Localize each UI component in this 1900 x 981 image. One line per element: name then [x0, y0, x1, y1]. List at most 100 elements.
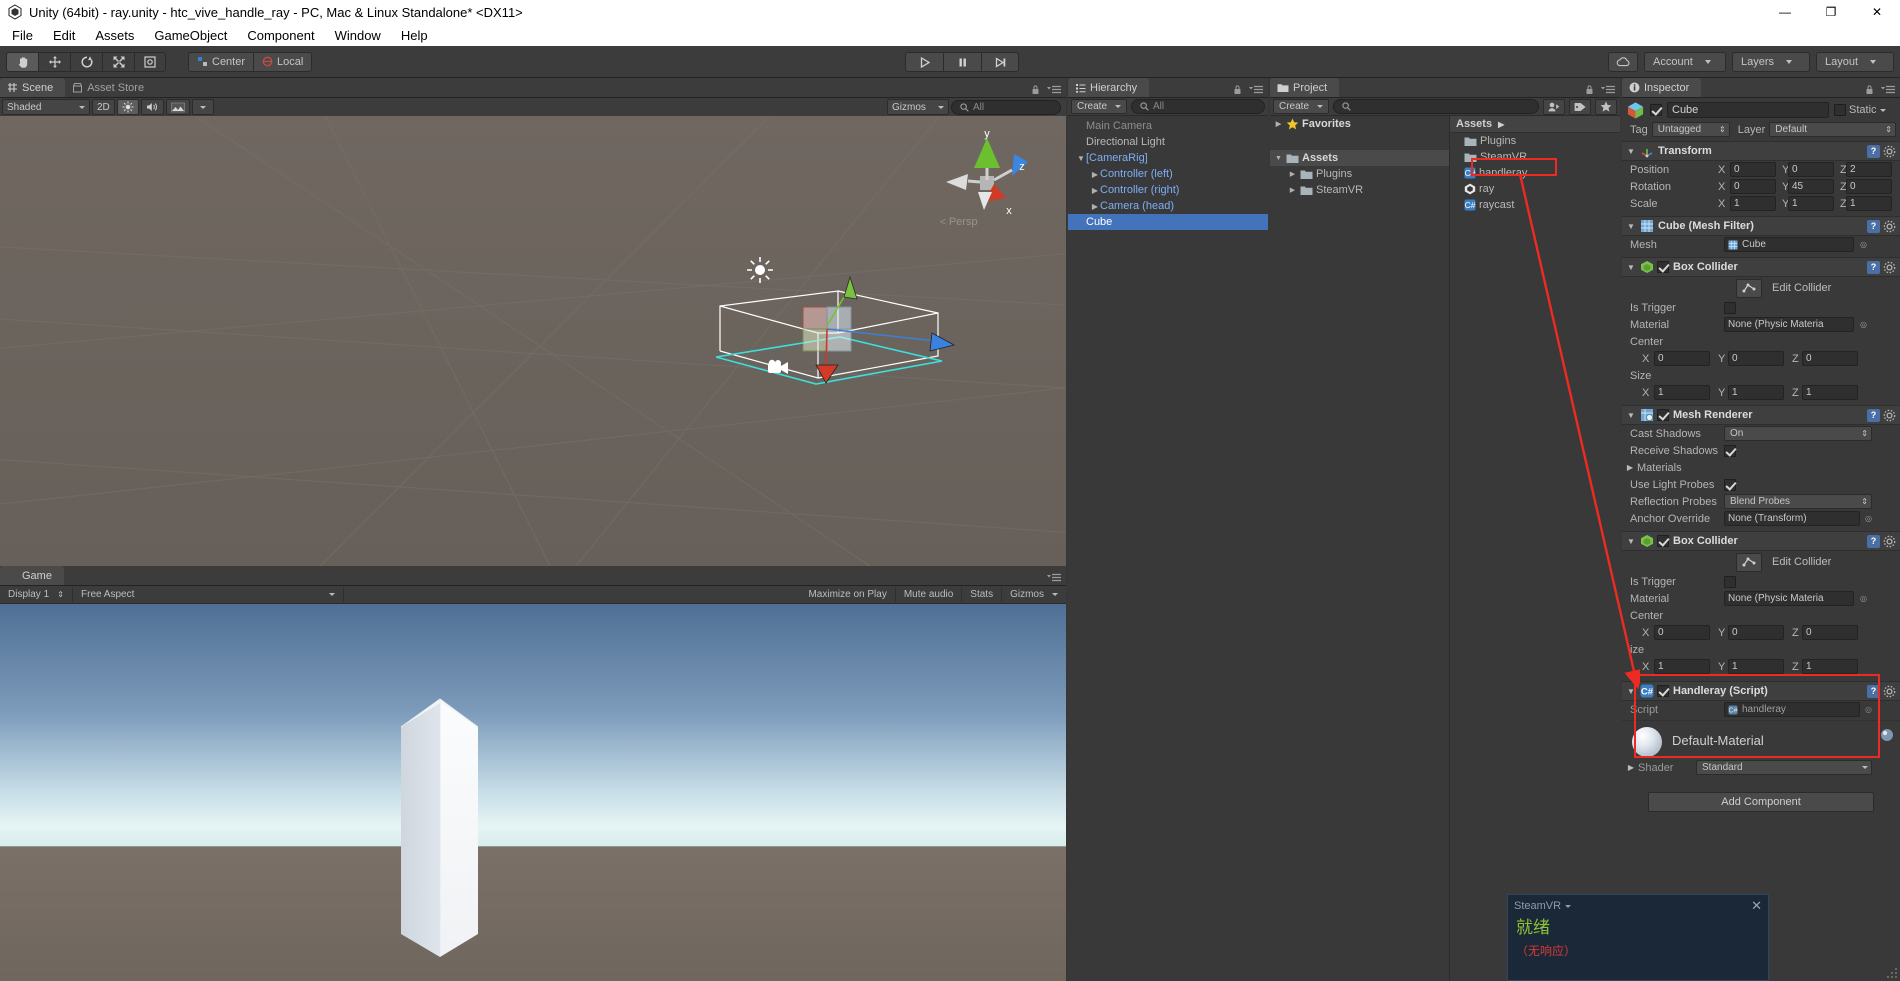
move-tool-button[interactable]: [38, 51, 70, 72]
center-y-input[interactable]: 0: [1728, 351, 1784, 366]
edit-collider-button-2[interactable]: [1736, 552, 1762, 572]
lock-icon[interactable]: [1584, 84, 1595, 95]
scale-z-input[interactable]: 1: [1846, 196, 1892, 211]
script-object-field[interactable]: C# handleray: [1724, 702, 1860, 717]
size-y-input-2[interactable]: 1: [1728, 659, 1784, 674]
help-icon[interactable]: ?: [1867, 260, 1880, 274]
gear-icon[interactable]: [1883, 220, 1896, 233]
foldout-arrow[interactable]: ▼: [1626, 222, 1636, 231]
foldout-arrow[interactable]: ▼: [1626, 411, 1636, 420]
physic-material-field-2[interactable]: None (Physic Materia: [1724, 591, 1854, 606]
mesh-object-field[interactable]: Cube: [1724, 237, 1854, 252]
anchor-override-field[interactable]: None (Transform): [1724, 511, 1860, 526]
rotation-x-input[interactable]: 0: [1730, 179, 1776, 194]
scene-axis-gizmo[interactable]: y z x < Persp: [932, 124, 1042, 234]
mesh-renderer-enabled-checkbox[interactable]: [1657, 409, 1669, 421]
object-picker-icon[interactable]: ◎: [1856, 240, 1867, 249]
static-toggle[interactable]: Static: [1834, 104, 1896, 116]
layout-dropdown[interactable]: Layout: [1816, 52, 1894, 72]
steamvr-close-button[interactable]: ✕: [1751, 898, 1762, 914]
reflection-probes-dropdown[interactable]: Blend Probes ⇕: [1724, 494, 1872, 509]
asset-item-plugins[interactable]: Plugins: [1450, 133, 1620, 149]
component-header-mesh-filter[interactable]: ▼ Cube (Mesh Filter) ?: [1622, 216, 1900, 236]
toggle-audio-button[interactable]: [140, 99, 164, 115]
tab-hierarchy[interactable]: Hierarchy: [1068, 78, 1150, 97]
center-x-input[interactable]: 0: [1654, 351, 1710, 366]
rotation-y-input[interactable]: 45: [1788, 179, 1834, 194]
hierarchy-item-controller-left[interactable]: ▶ Controller (left): [1068, 166, 1268, 182]
foldout-arrow[interactable]: ▼: [1626, 263, 1636, 272]
resize-grip[interactable]: [1886, 967, 1898, 979]
toggle-lighting-button[interactable]: [116, 99, 139, 115]
size-x-input-2[interactable]: 1: [1654, 659, 1710, 674]
projection-mode-label[interactable]: < Persp: [940, 216, 978, 228]
gear-icon[interactable]: [1883, 145, 1896, 158]
tab-inspector[interactable]: Inspector: [1622, 78, 1702, 97]
help-icon[interactable]: ?: [1867, 534, 1880, 548]
stats-toggle[interactable]: Stats: [962, 586, 1001, 604]
draw-mode-dropdown[interactable]: Shaded: [2, 99, 90, 115]
foldout-arrow[interactable]: ▼: [1626, 537, 1636, 546]
materials-foldout-row[interactable]: ▶ Materials: [1622, 459, 1900, 476]
play-button[interactable]: [905, 52, 943, 72]
foldout-arrow[interactable]: ▼: [1626, 147, 1636, 156]
chevron-down-icon[interactable]: [1565, 904, 1572, 908]
shader-dropdown[interactable]: Standard: [1696, 760, 1872, 775]
expand-arrow-right[interactable]: ▶: [1090, 170, 1100, 179]
center-y-input-2[interactable]: 0: [1728, 625, 1784, 640]
help-icon[interactable]: ?: [1867, 684, 1880, 698]
steamvr-status-window[interactable]: SteamVR ✕ 就绪 （无响应）: [1507, 894, 1769, 981]
scale-x-input[interactable]: 1: [1730, 196, 1776, 211]
layer-dropdown[interactable]: Default ⇕: [1769, 122, 1896, 137]
gizmos-dropdown[interactable]: Gizmos: [887, 99, 949, 115]
game-viewport[interactable]: [0, 604, 1066, 981]
tab-asset-store[interactable]: Asset Store: [65, 78, 157, 97]
hierarchy-item-main-camera[interactable]: Main Camera: [1068, 118, 1268, 134]
scale-y-input[interactable]: 1: [1788, 196, 1834, 211]
tag-dropdown[interactable]: Untagged ⇕: [1651, 122, 1730, 137]
project-create-button[interactable]: Create: [1273, 99, 1330, 114]
lock-icon[interactable]: [1232, 84, 1243, 95]
maximize-on-play-toggle[interactable]: Maximize on Play: [800, 586, 894, 604]
project-search-input[interactable]: [1333, 99, 1539, 114]
position-y-input[interactable]: 0: [1788, 162, 1834, 177]
scene-viewport[interactable]: y z x < Persp: [0, 116, 1066, 566]
hierarchy-item-cube[interactable]: Cube: [1068, 214, 1268, 230]
scene-search-input[interactable]: All: [951, 99, 1061, 115]
project-tree-favorites[interactable]: ▶ Favorites: [1270, 116, 1449, 132]
handleray-enabled-checkbox[interactable]: [1657, 685, 1669, 697]
expand-arrow-right[interactable]: ▶: [1288, 170, 1297, 178]
pause-button[interactable]: [943, 52, 981, 72]
expand-arrow-down[interactable]: ▼: [1274, 155, 1283, 162]
menu-file[interactable]: File: [2, 26, 43, 45]
component-header-handleray-script[interactable]: ▼ C# Handleray (Script) ?: [1622, 681, 1900, 701]
foldout-arrow-right[interactable]: ▶: [1626, 763, 1636, 772]
expand-arrow-right[interactable]: ▶: [1090, 202, 1100, 211]
center-z-input-2[interactable]: 0: [1802, 625, 1858, 640]
collab-cloud-button[interactable]: [1608, 52, 1638, 72]
help-icon[interactable]: ?: [1867, 144, 1880, 158]
object-picker-icon[interactable]: ◎: [1856, 320, 1867, 329]
box-collider-2-enabled-checkbox[interactable]: [1657, 535, 1669, 547]
tab-project[interactable]: Project: [1270, 78, 1340, 97]
hierarchy-item-camerarig[interactable]: ▼ [CameraRig]: [1068, 150, 1268, 166]
expand-arrow-right[interactable]: ▶: [1090, 186, 1100, 195]
size-z-input-2[interactable]: 1: [1802, 659, 1858, 674]
is-trigger-checkbox-2[interactable]: [1724, 575, 1736, 588]
gear-icon[interactable]: [1883, 535, 1896, 548]
size-x-input[interactable]: 1: [1654, 385, 1710, 400]
position-z-input[interactable]: 2: [1846, 162, 1892, 177]
size-z-input[interactable]: 1: [1802, 385, 1858, 400]
object-picker-icon[interactable]: ◎: [1856, 594, 1867, 603]
panel-menu-icon[interactable]: [1047, 572, 1061, 583]
expand-arrow-right[interactable]: ▶: [1288, 186, 1297, 194]
gear-icon[interactable]: [1883, 409, 1896, 422]
asset-item-ray[interactable]: ray: [1450, 181, 1620, 197]
menu-edit[interactable]: Edit: [43, 26, 85, 45]
foldout-arrow-right[interactable]: ▶: [1625, 463, 1635, 472]
component-header-transform[interactable]: ▼ Transform ?: [1622, 141, 1900, 161]
hierarchy-search-input[interactable]: All: [1131, 99, 1265, 114]
center-x-input-2[interactable]: 0: [1654, 625, 1710, 640]
panel-menu-icon[interactable]: [1249, 84, 1263, 95]
hierarchy-item-controller-right[interactable]: ▶ Controller (right): [1068, 182, 1268, 198]
